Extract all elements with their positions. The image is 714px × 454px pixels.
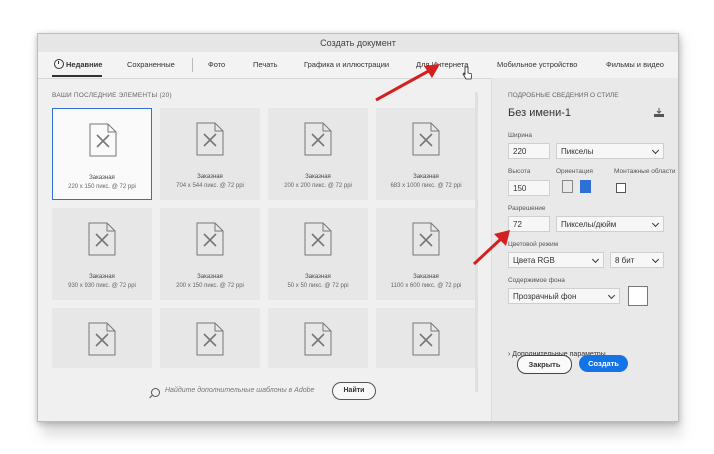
item-name: Заказная <box>197 174 223 180</box>
bit-depth-select[interactable]: 8 бит <box>610 252 664 268</box>
recent-item[interactable]: Заказная 704 x 544 пикс. @ 72 ppi <box>160 108 260 200</box>
details-heading: ПОДРОБНЫЕ СВЕДЕНИЯ О СТИЛЕ <box>508 92 619 99</box>
recent-item[interactable]: Заказная 1100 x 600 пикс. @ 72 ppi <box>376 208 476 300</box>
save-preset-icon[interactable] <box>654 108 664 117</box>
window-title: Создать документ <box>38 34 678 52</box>
search-input[interactable]: Найдите дополнительные шаблоны в Adobe <box>165 387 314 394</box>
height-input[interactable]: 150 <box>508 180 550 196</box>
recent-item[interactable]: Заказная 930 x 930 пикс. @ 72 ppi <box>52 208 152 300</box>
item-name: Заказная <box>413 174 439 180</box>
create-button[interactable]: Создать <box>579 355 628 372</box>
resolution-label: Разрешение <box>508 205 546 212</box>
item-name: Заказная <box>305 174 331 180</box>
document-icon <box>196 122 224 156</box>
document-icon <box>88 222 116 256</box>
search-icon <box>151 388 160 397</box>
chevron-down-icon <box>651 146 660 155</box>
bit-depth-value: 8 бит <box>615 256 635 265</box>
item-size: 50 x 50 пикс. @ 72 ppi <box>287 283 349 289</box>
width-input[interactable]: 220 <box>508 143 550 159</box>
document-icon <box>304 322 332 356</box>
chevron-down-icon <box>607 291 616 300</box>
document-icon <box>412 322 440 356</box>
recent-item[interactable]: Заказная 220 x 150 пикс. @ 72 ppi <box>52 108 152 200</box>
background-value: Прозрачный фон <box>513 292 577 301</box>
width-label: Ширина <box>508 132 533 139</box>
artboards-label: Монтажные области <box>614 168 676 175</box>
recent-heading-text: ВАШИ ПОСЛЕДНИЕ ЭЛЕМЕНТЫ <box>52 92 158 99</box>
resolution-unit-value: Пикселы/дюйм <box>561 220 617 229</box>
close-button[interactable]: Закрыть <box>517 355 572 374</box>
document-icon <box>412 222 440 256</box>
preset-tabs: Недавние Сохраненные Фото Печать Графика… <box>38 52 678 79</box>
landscape-orientation-button[interactable] <box>580 180 591 193</box>
resolution-unit-select[interactable]: Пикселы/дюйм <box>556 216 664 232</box>
document-name-field[interactable]: Без имени-1 <box>508 107 571 119</box>
chevron-down-icon <box>651 219 660 228</box>
color-mode-select[interactable]: Цвета RGB <box>508 252 604 268</box>
item-size: 220 x 150 пикс. @ 72 ppi <box>68 184 136 190</box>
recent-item[interactable]: Заказная 200 x 150 пикс. @ 72 ppi <box>160 208 260 300</box>
document-icon <box>196 322 224 356</box>
document-icon <box>196 222 224 256</box>
active-tab-indicator <box>52 75 102 77</box>
item-name: Заказная <box>305 274 331 280</box>
document-icon <box>89 123 117 157</box>
resolution-input[interactable]: 72 <box>508 216 550 232</box>
find-button[interactable]: Найти <box>332 382 376 400</box>
color-mode-value: Цвета RGB <box>513 256 555 265</box>
recent-item[interactable]: Заказная 683 x 1000 пикс. @ 72 ppi <box>376 108 476 200</box>
item-name: Заказная <box>89 175 115 181</box>
width-unit-value: Пикселы <box>561 147 594 156</box>
tab-saved[interactable]: Сохраненные <box>127 60 175 69</box>
item-name: Заказная <box>413 274 439 280</box>
recent-grid: Заказная 220 x 150 пикс. @ 72 ppi Заказн… <box>52 108 484 398</box>
background-color-swatch[interactable] <box>628 286 648 306</box>
tab-mobile[interactable]: Мобильное устройство <box>497 60 577 69</box>
annotation-arrow-resolution <box>472 230 510 266</box>
item-name: Заказная <box>197 274 223 280</box>
document-icon <box>88 322 116 356</box>
tab-print[interactable]: Печать <box>253 60 278 69</box>
item-size: 704 x 544 пикс. @ 72 ppi <box>176 183 244 189</box>
width-unit-select[interactable]: Пикселы <box>556 143 664 159</box>
tab-photo[interactable]: Фото <box>208 60 225 69</box>
height-label: Высота <box>508 168 531 175</box>
document-icon <box>304 222 332 256</box>
recent-item[interactable] <box>376 308 476 368</box>
document-icon <box>304 122 332 156</box>
recent-heading: ВАШИ ПОСЛЕДНИЕ ЭЛЕМЕНТЫ (20) <box>52 92 172 99</box>
item-size: 930 x 930 пикс. @ 72 ppi <box>68 283 136 289</box>
color-mode-label: Цветовой режим <box>508 241 559 248</box>
portrait-orientation-button[interactable] <box>562 180 573 193</box>
recent-item[interactable]: Заказная 50 x 50 пикс. @ 72 ppi <box>268 208 368 300</box>
new-document-dialog: Создать документ Недавние Сохраненные Фо… <box>37 33 679 422</box>
clock-icon <box>54 59 64 69</box>
orientation-label: Ориентация <box>556 168 593 175</box>
chevron-down-icon <box>591 255 600 264</box>
item-name: Заказная <box>89 274 115 280</box>
artboards-checkbox[interactable] <box>616 183 626 193</box>
recent-item[interactable] <box>52 308 152 368</box>
item-size: 200 x 150 пикс. @ 72 ppi <box>176 283 244 289</box>
background-select[interactable]: Прозрачный фон <box>508 288 620 304</box>
recent-count: (20) <box>159 92 172 99</box>
tab-recent[interactable]: Недавние <box>66 60 102 69</box>
recent-item[interactable] <box>160 308 260 368</box>
tab-film-video[interactable]: Фильмы и видео <box>606 60 664 69</box>
recent-item[interactable] <box>268 308 368 368</box>
item-size: 200 x 200 пикс. @ 72 ppi <box>284 183 352 189</box>
chevron-down-icon <box>651 255 660 264</box>
item-size: 683 x 1000 пикс. @ 72 ppi <box>390 183 462 189</box>
hand-cursor-icon <box>462 66 472 80</box>
item-size: 1100 x 600 пикс. @ 72 ppi <box>390 283 462 289</box>
document-icon <box>412 122 440 156</box>
background-label: Содержимое фона <box>508 277 565 284</box>
recent-item[interactable]: Заказная 200 x 200 пикс. @ 72 ppi <box>268 108 368 200</box>
annotation-arrow-web-tab <box>375 64 440 102</box>
tab-divider <box>192 58 193 72</box>
